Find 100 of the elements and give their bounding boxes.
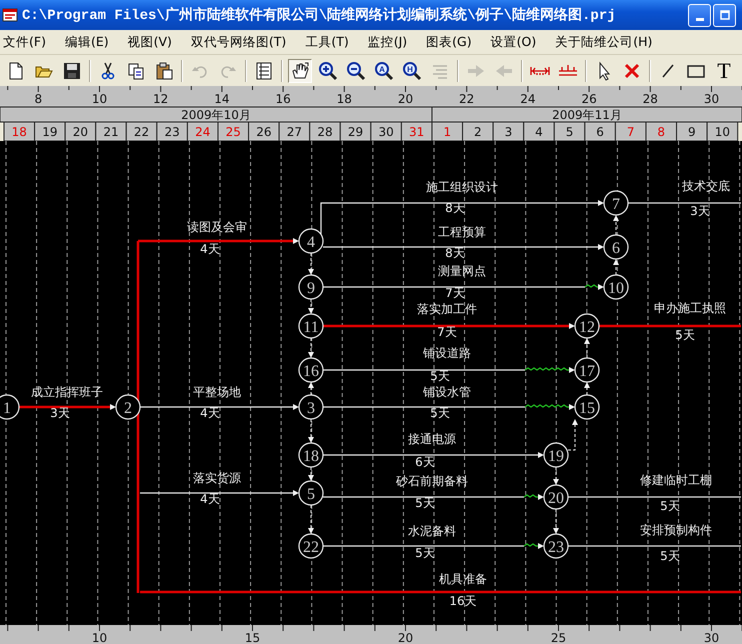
menu-item[interactable]: 视图(V) xyxy=(124,34,177,50)
ruler-label: 20 xyxy=(398,631,414,644)
event-node[interactable]: 9 xyxy=(298,274,324,300)
day-header: 21 xyxy=(95,122,127,142)
activity-name: 机具准备 xyxy=(439,572,487,586)
activity-duration: 4天 xyxy=(200,406,220,420)
event-node[interactable]: 4 xyxy=(298,228,324,254)
activity-duration: 3天 xyxy=(690,204,710,218)
minimize-button[interactable] xyxy=(688,4,711,26)
activity-duration: 5天 xyxy=(415,496,435,510)
event-node[interactable]: 2 xyxy=(115,394,141,420)
copy-icon xyxy=(126,60,146,80)
hand-icon xyxy=(290,60,310,80)
activity-duration: 3天 xyxy=(50,406,70,420)
event-node[interactable]: 17 xyxy=(574,357,600,383)
activity-arrow[interactable] xyxy=(320,200,604,236)
activity-name: 落实货源 xyxy=(193,471,241,485)
activity-name: 落实加工件 xyxy=(417,302,477,316)
app-icon xyxy=(2,7,18,23)
day-header: 2 xyxy=(462,122,494,142)
day-header: 23 xyxy=(156,122,188,142)
activity-arrow[interactable] xyxy=(323,452,544,458)
event-node[interactable]: 15 xyxy=(574,394,600,420)
event-node[interactable]: 5 xyxy=(298,480,324,506)
day-header: 1 xyxy=(431,122,464,142)
list-icon xyxy=(254,60,274,80)
activity-name: 测量网点 xyxy=(438,264,486,278)
event-node[interactable]: 3 xyxy=(298,394,324,420)
event-node[interactable]: 16 xyxy=(298,357,324,383)
activity-duration: 5天 xyxy=(430,369,450,383)
event-node[interactable]: 23 xyxy=(543,533,569,559)
menu-item[interactable]: 工具(T) xyxy=(302,34,354,50)
activity-name: 读图及会审 xyxy=(187,220,247,234)
text-tool-button[interactable]: T xyxy=(712,58,736,82)
ruler-label: 26 xyxy=(581,92,597,106)
day-header: 29 xyxy=(340,122,372,142)
activity-duration: 7天 xyxy=(445,286,465,300)
minimize-icon xyxy=(696,18,704,21)
day-header: 9 xyxy=(676,122,708,142)
dummy-arrow xyxy=(584,338,590,358)
activity-arrow[interactable] xyxy=(138,238,299,244)
event-node[interactable]: 18 xyxy=(298,442,324,468)
ruler-label: 25 xyxy=(550,631,566,644)
day-header: 26 xyxy=(248,122,280,142)
activity-name: 平整场地 xyxy=(193,385,241,399)
day-header: 18 xyxy=(4,122,36,142)
event-node[interactable]: 11 xyxy=(298,313,324,339)
activity-name: 工程预算 xyxy=(438,225,486,239)
activity-duration: 8天 xyxy=(445,201,465,215)
menu-item[interactable]: 监控(J) xyxy=(364,34,412,50)
activity-name: 安排预制构件 xyxy=(640,523,712,537)
maximize-button[interactable] xyxy=(713,4,736,26)
ruler-label: 10 xyxy=(92,631,108,644)
hand-button[interactable] xyxy=(288,58,312,82)
activity-duration: 5天 xyxy=(415,546,435,560)
menu-item[interactable]: 双代号网络图(T) xyxy=(188,34,292,50)
menu-item[interactable]: 设置(O) xyxy=(488,34,542,50)
dummy-arrow xyxy=(308,504,314,534)
event-node[interactable]: 10 xyxy=(603,274,629,300)
event-node[interactable]: 19 xyxy=(543,442,569,468)
zoom-in-icon xyxy=(318,60,338,80)
ruler-label: 30 xyxy=(704,92,720,106)
activity-duration: 8天 xyxy=(445,246,465,260)
day-header: 30 xyxy=(370,122,402,142)
dummy-arrow xyxy=(308,338,314,358)
activity-name: 申办施工执照 xyxy=(654,301,726,315)
dummy-arrow xyxy=(308,252,314,275)
maximize-icon xyxy=(718,9,730,21)
zoom-out-icon xyxy=(346,60,366,80)
activity-duration: 5天 xyxy=(660,499,680,513)
activity-duration: 4天 xyxy=(200,492,220,506)
menu-item[interactable]: 图表(G) xyxy=(423,34,477,50)
menu-item[interactable]: 编辑(E) xyxy=(62,34,114,50)
month-header: 2009年11月 xyxy=(431,106,742,122)
day-header: 31 xyxy=(400,122,432,142)
activity-duration: 5天 xyxy=(660,549,680,563)
day-header: 27 xyxy=(278,122,310,142)
event-node[interactable]: 6 xyxy=(603,234,629,260)
dummy-arrow xyxy=(308,298,314,314)
day-header: 25 xyxy=(218,122,250,142)
ruler-label: 10 xyxy=(92,92,108,106)
ruler-label: 22 xyxy=(459,92,474,106)
activity-duration: 16天 xyxy=(449,594,477,608)
day-header: 6 xyxy=(584,122,616,142)
activity-arrow[interactable] xyxy=(323,543,544,549)
activity-name: 接通电源 xyxy=(408,432,456,446)
event-node[interactable]: 20 xyxy=(543,484,569,510)
event-node[interactable]: 1 xyxy=(0,394,20,420)
event-node[interactable]: 7 xyxy=(603,190,629,216)
ruler-label: 12 xyxy=(153,92,168,106)
menu-item[interactable]: 关于陆维公司(H) xyxy=(552,34,658,50)
event-node[interactable]: 12 xyxy=(574,313,600,339)
clipboard-icon xyxy=(154,60,174,80)
menu-item[interactable]: 文件(F) xyxy=(0,34,51,50)
activity-name: 铺设水管 xyxy=(423,385,471,399)
day-header: 28 xyxy=(309,122,341,142)
event-node[interactable]: 22 xyxy=(298,533,324,559)
activity-name: 技术交底 xyxy=(682,179,730,193)
month-header: 2009年10月 xyxy=(0,106,432,122)
day-header: 4 xyxy=(523,122,555,142)
